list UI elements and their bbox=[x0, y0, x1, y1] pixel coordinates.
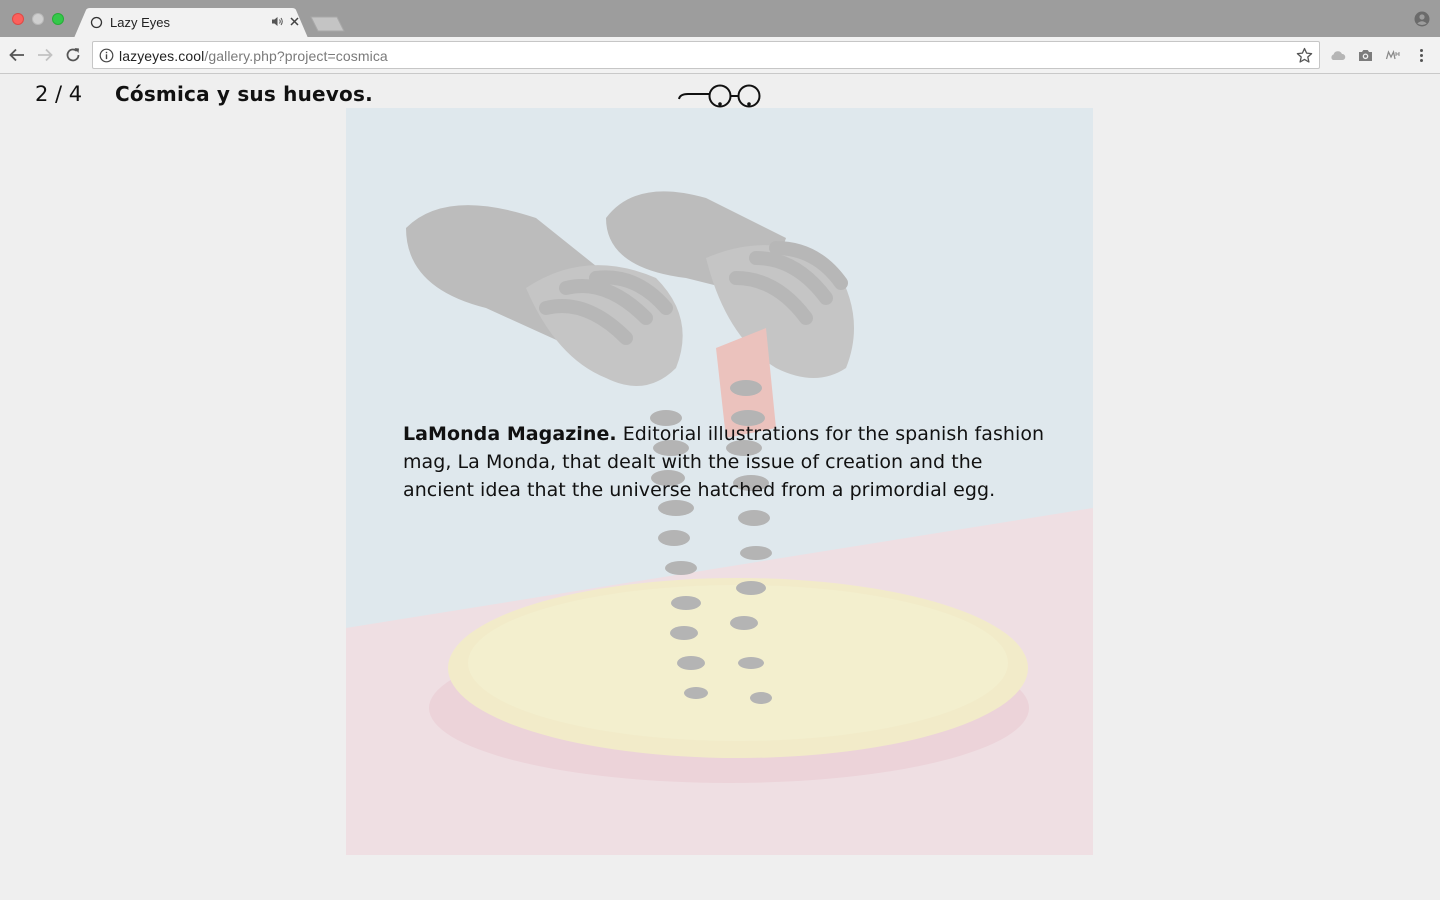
speaker-icon[interactable] bbox=[271, 15, 284, 28]
project-title: Cósmica y sus huevos. bbox=[115, 82, 373, 106]
description-lead: LaMonda Magazine. bbox=[403, 423, 617, 445]
address-bar[interactable]: lazyeyes.cool/gallery.php?project=cosmic… bbox=[92, 41, 1320, 69]
star-icon[interactable] bbox=[1296, 47, 1313, 64]
url-host: lazyeyes.cool bbox=[119, 48, 205, 64]
forward-button[interactable] bbox=[36, 46, 54, 64]
project-description: LaMonda Magazine. Editorial illustration… bbox=[403, 420, 1053, 504]
window-close-button[interactable] bbox=[12, 13, 24, 25]
gallery-counter: 2 / 4 bbox=[35, 82, 83, 106]
url-text[interactable]: lazyeyes.cool/gallery.php?project=cosmic… bbox=[119, 48, 388, 64]
reload-button[interactable] bbox=[64, 46, 82, 64]
favicon-icon bbox=[90, 16, 103, 29]
camera-icon[interactable] bbox=[1357, 47, 1374, 64]
profile-icon[interactable] bbox=[1414, 11, 1430, 27]
glasses-logo[interactable] bbox=[678, 82, 762, 110]
url-path: /gallery.php?project=cosmica bbox=[204, 48, 388, 64]
kebab-menu-icon[interactable] bbox=[1413, 47, 1430, 64]
window-maximize-button[interactable] bbox=[52, 13, 64, 25]
tab-title: Lazy Eyes bbox=[110, 15, 170, 30]
mh-extension-icon[interactable] bbox=[1385, 47, 1402, 64]
info-icon[interactable] bbox=[99, 48, 114, 63]
browser-tab[interactable]: Lazy Eyes bbox=[74, 8, 308, 38]
window-minimize-button[interactable] bbox=[32, 13, 44, 25]
gallery-page: 2 / 4 Cósmica y sus huevos. LaMonda Maga… bbox=[0, 74, 1440, 900]
cloud-icon[interactable] bbox=[1329, 47, 1346, 64]
close-icon[interactable] bbox=[288, 15, 301, 28]
window-titlebar: Lazy Eyes bbox=[0, 0, 1440, 38]
browser-toolbar: lazyeyes.cool/gallery.php?project=cosmic… bbox=[0, 37, 1440, 74]
back-button[interactable] bbox=[8, 46, 26, 64]
new-tab-button[interactable] bbox=[310, 15, 346, 33]
